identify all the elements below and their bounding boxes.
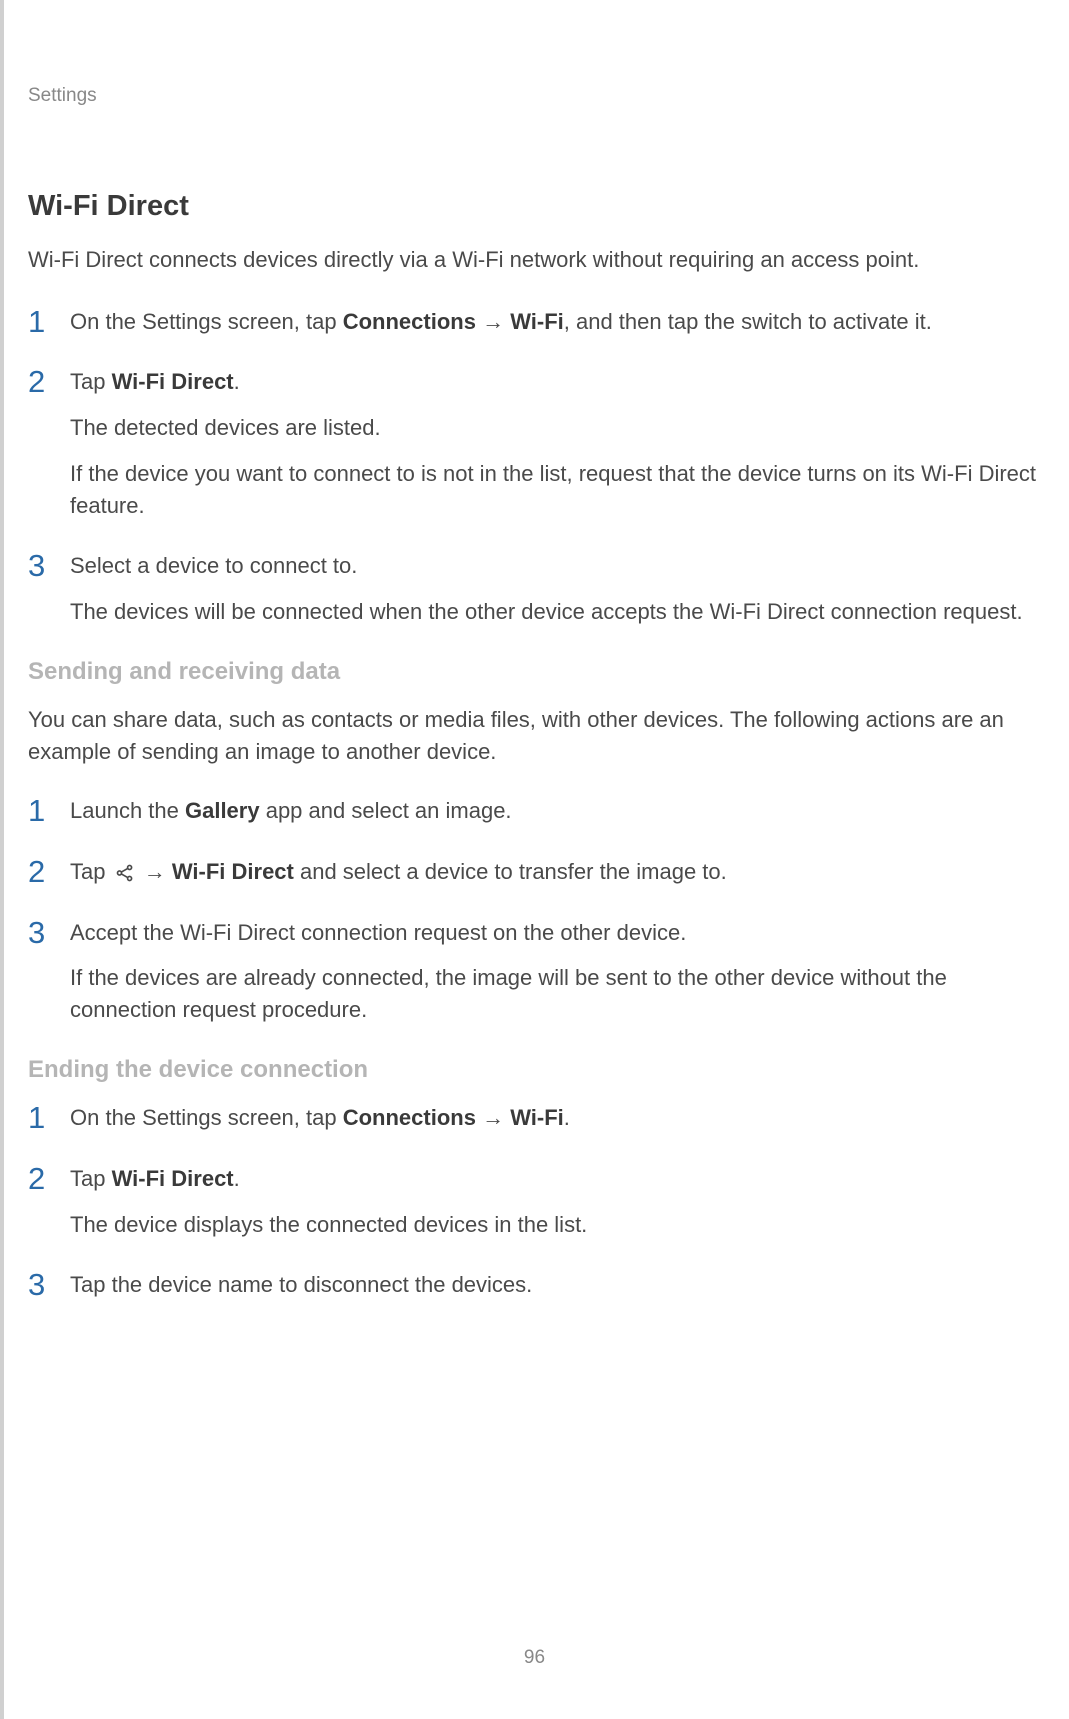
step-item: 1On the Settings screen, tap Connections… <box>28 1102 1059 1135</box>
content-area: Wi-Fi Direct Wi-Fi Direct connects devic… <box>28 190 1059 1329</box>
bold-text: Wi-Fi <box>510 309 564 334</box>
step-item: 3Tap the device name to disconnect the d… <box>28 1269 1059 1302</box>
step-body: Select a device to connect to. The device… <box>70 550 1059 628</box>
text-run: . <box>234 1166 240 1191</box>
step-main-line: Tap Wi-Fi Direct. <box>70 1163 1059 1195</box>
text-run: Select a device to connect to. <box>70 553 357 578</box>
step-number: 1 <box>28 795 70 828</box>
bold-text: Wi-Fi Direct <box>112 1166 234 1191</box>
step-number: 2 <box>28 856 70 889</box>
step-number: 3 <box>28 550 70 583</box>
text-run: Tap <box>70 859 112 884</box>
step-body: On the Settings screen, tap Connections … <box>70 1102 1059 1134</box>
step-main-line: Tap → Wi-Fi Direct and select a device t… <box>70 856 1059 888</box>
section1-intro: You can share data, such as contacts or … <box>28 704 1059 768</box>
text-run: Tap the device name to disconnect the de… <box>70 1272 532 1297</box>
bold-text: Wi-Fi Direct <box>112 369 234 394</box>
step-number: 2 <box>28 1163 70 1196</box>
bold-text: Connections <box>343 1105 476 1130</box>
step-number: 2 <box>28 366 70 399</box>
step-extra-line: If the devices are already connected, th… <box>70 962 1059 1026</box>
section1-steps: 1Launch the Gallery app and select an im… <box>28 795 1059 1026</box>
text-run: Accept the Wi-Fi Direct connection reque… <box>70 920 686 945</box>
step-number: 1 <box>28 306 70 339</box>
bold-text: Wi-Fi Direct <box>172 859 294 884</box>
step-main-line: On the Settings screen, tap Connections … <box>70 306 1059 338</box>
left-border <box>0 0 4 1719</box>
step-body: Tap the device name to disconnect the de… <box>70 1269 1059 1301</box>
step-number: 1 <box>28 1102 70 1135</box>
step-body: Accept the Wi-Fi Direct connection reque… <box>70 917 1059 1027</box>
step-main-line: Accept the Wi-Fi Direct connection reque… <box>70 917 1059 949</box>
text-run: → <box>138 859 172 884</box>
text-run: Tap <box>70 1166 112 1191</box>
step-main-line: On the Settings screen, tap Connections … <box>70 1102 1059 1134</box>
text-run: app and select an image. <box>260 798 512 823</box>
header-label: Settings <box>28 85 97 107</box>
text-run: , and then tap the switch to activate it… <box>564 309 932 334</box>
text-run: . <box>564 1105 570 1130</box>
step-item: 2Tap → Wi-Fi Direct and select a device … <box>28 856 1059 889</box>
intro-text: Wi-Fi Direct connects devices directly v… <box>28 245 1059 276</box>
main-title: Wi-Fi Direct <box>28 190 1059 223</box>
section2-steps: 1On the Settings screen, tap Connections… <box>28 1102 1059 1301</box>
share-icon <box>114 862 136 884</box>
step-extra-line: The device displays the connected device… <box>70 1209 1059 1241</box>
section1-heading: Sending and receiving data <box>28 658 1059 686</box>
step-item: 2Tap Wi-Fi Direct. The detected devices a… <box>28 366 1059 522</box>
step-body: Launch the Gallery app and select an ima… <box>70 795 1059 827</box>
bold-text: Gallery <box>185 798 260 823</box>
text-run: Tap <box>70 369 112 394</box>
step-item: 1On the Settings screen, tap Connections… <box>28 306 1059 339</box>
bold-text: Connections <box>343 309 476 334</box>
text-run: and select a device to transfer the imag… <box>294 859 727 884</box>
step-body: Tap Wi-Fi Direct. The device displays the… <box>70 1163 1059 1241</box>
step-main-line: Select a device to connect to. <box>70 550 1059 582</box>
text-run: On the Settings screen, tap <box>70 309 343 334</box>
bold-text: Wi-Fi <box>510 1105 564 1130</box>
text-run: → <box>476 1105 510 1130</box>
step-extra-line: If the device you want to connect to is … <box>70 458 1059 522</box>
step-main-line: Tap the device name to disconnect the de… <box>70 1269 1059 1301</box>
text-run: On the Settings screen, tap <box>70 1105 343 1130</box>
step-main-line: Tap Wi-Fi Direct. <box>70 366 1059 398</box>
step-extra-line: The detected devices are listed. <box>70 412 1059 444</box>
text-run: . <box>234 369 240 394</box>
text-run: Launch the <box>70 798 185 823</box>
step-extra-line: The devices will be connected when the o… <box>70 596 1059 628</box>
primary-steps: 1On the Settings screen, tap Connections… <box>28 306 1059 628</box>
text-run: → <box>476 309 510 334</box>
step-number: 3 <box>28 917 70 950</box>
step-body: Tap Wi-Fi Direct. The detected devices ar… <box>70 366 1059 522</box>
step-body: On the Settings screen, tap Connections … <box>70 306 1059 338</box>
step-item: 2Tap Wi-Fi Direct. The device displays th… <box>28 1163 1059 1241</box>
step-main-line: Launch the Gallery app and select an ima… <box>70 795 1059 827</box>
step-body: Tap → Wi-Fi Direct and select a device t… <box>70 856 1059 888</box>
section2-heading: Ending the device connection <box>28 1056 1059 1084</box>
step-item: 3Accept the Wi-Fi Direct connection requ… <box>28 917 1059 1027</box>
step-item: 3Select a device to connect to. The devic… <box>28 550 1059 628</box>
page-number: 96 <box>0 1647 1069 1669</box>
step-item: 1Launch the Gallery app and select an im… <box>28 795 1059 828</box>
step-number: 3 <box>28 1269 70 1302</box>
